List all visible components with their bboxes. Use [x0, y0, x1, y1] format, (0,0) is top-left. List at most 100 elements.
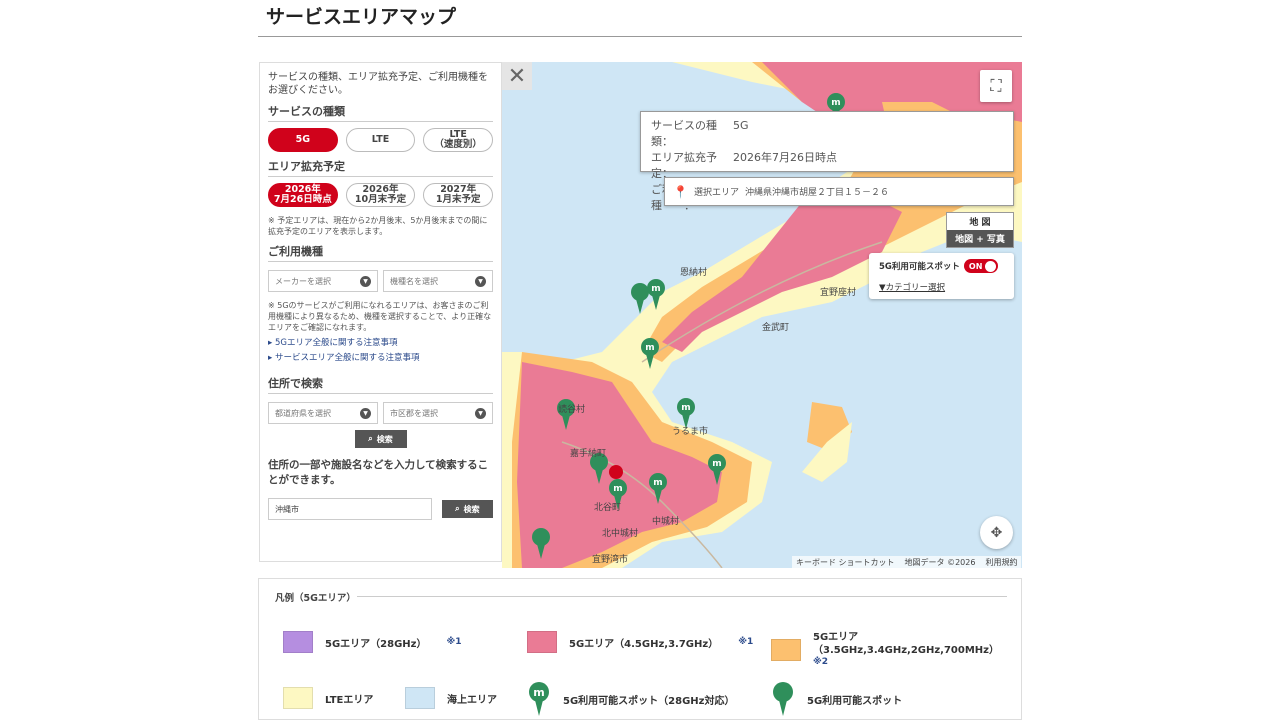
place-label: 中城村: [652, 515, 679, 527]
chevron-down-icon: ▼: [475, 275, 486, 287]
svg-text:m: m: [613, 484, 622, 494]
freeword-search-label: 検索: [463, 504, 480, 514]
pan-control-button[interactable]: ✥: [980, 516, 1013, 549]
legend-note-45ghz: ※1: [738, 637, 754, 647]
map-data-credit: 地図データ ©2026: [904, 558, 976, 567]
expansion-oct-button[interactable]: 2026年 10月末予定: [345, 183, 416, 207]
info-service-key: サービスの種類：: [651, 119, 717, 148]
swatch-45ghz: [527, 631, 557, 653]
close-icon: ✕: [507, 63, 527, 89]
svg-text:m: m: [533, 686, 544, 699]
keyboard-shortcuts-link[interactable]: キーボード ショートカット: [796, 557, 895, 568]
search-icon: ⌕: [368, 434, 373, 443]
chevron-down-icon: ▼: [475, 407, 486, 419]
swatch-28ghz: [283, 631, 313, 653]
model-select-label: 機種名を選択: [390, 276, 438, 286]
link-service-notes[interactable]: ▸ サービスエリア全般に関する注意事項: [268, 351, 493, 363]
legend-label-m-spot: 5G利用可能スポット（28GHz対応）: [563, 695, 735, 707]
legend-item-sea: 海上エリア: [405, 687, 497, 709]
legend-label-lte: LTEエリア: [325, 694, 374, 706]
expansion-jan-button[interactable]: 2027年 1月末予定: [423, 183, 494, 207]
place-label: うるま市: [672, 425, 708, 437]
legend-item-m-spot: m 5G利用可能スポット（28GHz対応）: [527, 681, 734, 717]
m-pin-icon: m: [529, 682, 549, 716]
search-icon: ⌕: [455, 504, 460, 513]
legend-item-lte: LTEエリア: [283, 687, 373, 709]
spot-filter-box: 5G利用可能スポット ON ▼カテゴリー選択: [869, 253, 1014, 299]
service-5g-button[interactable]: 5G: [268, 128, 338, 152]
prefecture-select[interactable]: 都道府県を選択 ▼: [268, 402, 378, 424]
svg-text:m: m: [645, 343, 654, 353]
expansion-note: ※ 予定エリアは、現在から2か月後末、5か月後末までの間に拡充予定のエリアを表示…: [268, 216, 488, 236]
place-label: 嘉手納町: [570, 447, 606, 459]
city-select[interactable]: 市区郡を選択 ▼: [383, 402, 493, 424]
fullscreen-icon: ⛶: [990, 76, 1002, 95]
service-lte-button[interactable]: LTE: [345, 128, 416, 152]
address-search-label: 検索: [376, 434, 393, 444]
move-arrows-icon: ✥: [990, 524, 1003, 541]
toggle-knob: [985, 260, 997, 272]
map-type-satellite[interactable]: 地図 + 写真: [947, 230, 1013, 247]
legend-item-45ghz: 5Gエリア（4.5GHz,3.7GHz） ※1: [527, 631, 753, 653]
green-pin-icon: [773, 682, 793, 716]
swatch-sea: [405, 687, 435, 709]
legend-item-28ghz: 5Gエリア（28GHz） ※1: [283, 631, 462, 653]
freeword-search-button[interactable]: ⌕ 検索: [441, 500, 493, 518]
address-search-button[interactable]: ⌕ 検索: [354, 430, 407, 448]
city-select-label: 市区郡を選択: [390, 408, 438, 418]
legend-label-28ghz: 5Gエリア（28GHz）: [325, 638, 427, 650]
map-type-switch: 地 図 地図 + 写真: [946, 212, 1014, 248]
category-select-link[interactable]: ▼カテゴリー選択: [879, 281, 1004, 293]
spot-toggle-label: ON: [968, 261, 983, 271]
link-service-label: サービスエリア全般に関する注意事項: [274, 353, 420, 363]
freeword-note: 住所の一部や施設名などを入力して検索することができます。: [268, 459, 489, 486]
swatch-lte: [283, 687, 313, 709]
selected-area-box: 📍 選択エリア 沖縄県沖縄市胡屋２丁目１５－２６: [664, 177, 1014, 206]
service-lte-speed-button[interactable]: LTE （速度別）: [423, 128, 494, 152]
legend-note-28ghz: ※1: [446, 637, 462, 647]
svg-text:m: m: [831, 98, 840, 108]
device-note: ※ 5Gのサービスがご利用になれるエリアは、お客さまのご利用機種により異なるため…: [268, 301, 492, 332]
fullscreen-button[interactable]: ⛶: [980, 70, 1012, 102]
svg-text:m: m: [712, 459, 721, 469]
spot-toggle[interactable]: ON: [963, 259, 999, 273]
device-heading: ご利用機種: [268, 243, 493, 262]
svg-text:m: m: [653, 478, 662, 488]
close-panel-button[interactable]: ✕: [502, 62, 532, 90]
chevron-down-icon: ▼: [360, 407, 371, 419]
maker-select[interactable]: メーカーを選択 ▼: [268, 270, 378, 292]
legend-divider: [357, 596, 1007, 597]
place-label: 読谷村: [558, 403, 585, 415]
maker-select-label: メーカーを選択: [275, 276, 331, 286]
legend-note-35ghz: ※2: [813, 657, 829, 667]
terms-link[interactable]: 利用規約: [985, 557, 1017, 568]
legend-label-35ghz: 5Gエリア （3.5GHz,3.4GHz,2GHz,700MHz）: [813, 632, 999, 656]
swatch-35ghz: [771, 639, 801, 661]
spot-label: 5G利用可能スポット: [879, 262, 960, 272]
chevron-down-icon: ▼: [360, 275, 371, 287]
prefecture-select-label: 都道府県を選択: [275, 408, 331, 418]
legend: 凡例（5Gエリア） 5Gエリア（28GHz） ※1 5Gエリア（4.5GHz,3.…: [258, 578, 1022, 720]
map-type-map[interactable]: 地 図: [947, 213, 1013, 230]
place-label: 恩納村: [680, 266, 707, 278]
model-select[interactable]: 機種名を選択 ▼: [383, 270, 493, 292]
page-title: サービスエリアマップ: [266, 6, 457, 28]
place-label: 北中城村: [602, 527, 638, 539]
place-label: 北谷町: [594, 502, 621, 513]
link-5g-label: 5Gエリア全般に関する注意事項: [274, 338, 398, 348]
link-5g-notes[interactable]: ▸ 5Gエリア全般に関する注意事項: [268, 336, 493, 348]
legend-label-45ghz: 5Gエリア（4.5GHz,3.7GHz）: [569, 638, 719, 650]
selected-area-label: 選択エリア: [693, 188, 739, 198]
svg-text:m: m: [681, 403, 690, 413]
selected-area-value: 沖縄県沖縄市胡屋２丁目１５－２６: [744, 188, 889, 198]
legend-label-sea: 海上エリア: [447, 694, 497, 706]
place-label: 宜野湾市: [592, 553, 628, 565]
title-divider: [258, 36, 1022, 37]
expansion-current-button[interactable]: 2026年 7月26日時点: [268, 183, 338, 207]
freeword-input[interactable]: 沖縄市: [268, 498, 432, 520]
place-label: 宜野座村: [820, 286, 856, 298]
service-heading: サービスの種類: [268, 103, 493, 122]
map-pin-icon: 📍: [673, 184, 688, 199]
expansion-heading: エリア拡充予定: [268, 158, 493, 177]
legend-label-spot: 5G利用可能スポット: [807, 695, 903, 707]
